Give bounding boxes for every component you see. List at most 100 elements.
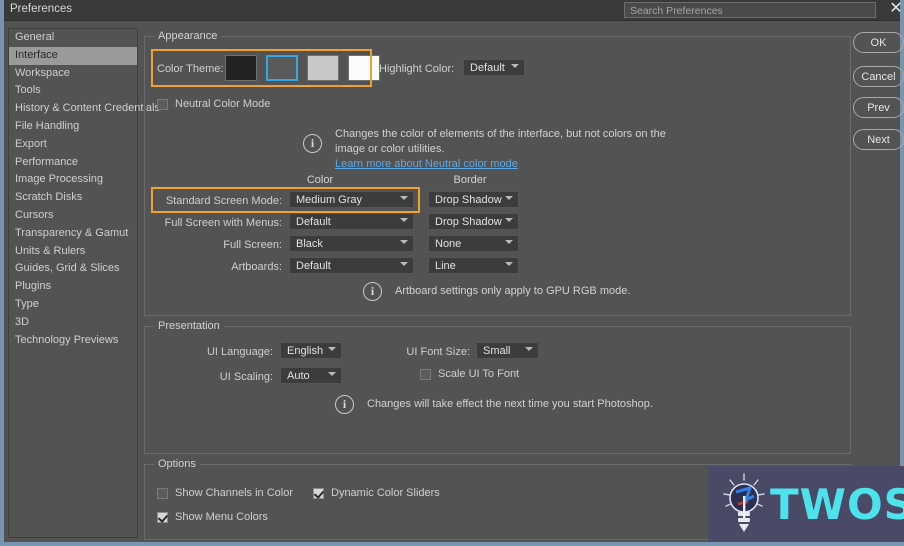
neutral-color-mode-label: Neutral Color Mode xyxy=(175,98,271,110)
chevron-down-icon xyxy=(400,240,408,248)
sidebar-item-tools[interactable]: Tools xyxy=(9,82,137,100)
highlight-color-value: Default xyxy=(470,62,505,74)
full-screen-with-menus-color-dropdown[interactable]: Default xyxy=(289,213,414,230)
artboards-color-value: Default xyxy=(296,260,331,272)
prev-button[interactable]: Prev xyxy=(853,97,904,118)
preferences-content: Appearance Color Theme: Highlight Color:… xyxy=(144,28,851,540)
scale-ui-to-font-checkbox[interactable] xyxy=(420,369,431,380)
chevron-down-icon xyxy=(328,372,336,380)
full-screen-border-value: None xyxy=(435,238,462,250)
ui-font-size-dropdown[interactable]: Small xyxy=(476,342,539,359)
color-column-header: Color xyxy=(306,174,334,186)
chevron-down-icon xyxy=(505,262,513,270)
chevron-down-icon xyxy=(511,64,519,72)
neutral-color-note-line2: image or color utilities. xyxy=(335,143,445,155)
standard-screen-mode-color-dropdown[interactable]: Medium Gray xyxy=(289,191,414,208)
info-icon: i xyxy=(303,134,322,153)
sidebar-item-workspace[interactable]: Workspace xyxy=(9,65,137,83)
search-preferences-input[interactable]: Search Preferences xyxy=(624,2,876,18)
search-placeholder: Search Preferences xyxy=(630,5,723,17)
chevron-down-icon xyxy=(328,347,336,355)
dynamic-color-sliders-label: Dynamic Color Sliders xyxy=(331,487,440,499)
ui-language-value: English xyxy=(287,345,324,357)
sidebar-item-file-handling[interactable]: File Handling xyxy=(9,118,137,136)
chevron-down-icon xyxy=(400,218,408,226)
presentation-group: Presentation UI Language: English UI Fon… xyxy=(144,320,851,454)
full-screen-with-menus-border-dropdown[interactable]: Drop Shadow xyxy=(428,213,519,230)
full-screen-color-dropdown[interactable]: Black xyxy=(289,235,414,252)
sidebar-item-units-rulers[interactable]: Units & Rulers xyxy=(9,243,137,261)
ui-scaling-label: UI Scaling: xyxy=(219,371,273,383)
appearance-group: Appearance Color Theme: Highlight Color:… xyxy=(144,30,851,316)
highlight-color-dropdown[interactable]: Default xyxy=(463,59,525,76)
full-screen-border-dropdown[interactable]: None xyxy=(428,235,519,252)
sidebar-item-general[interactable]: General xyxy=(9,29,137,47)
row-label-full-screen-with-menus: Full Screen with Menus: xyxy=(164,217,282,229)
sidebar-item-interface[interactable]: Interface xyxy=(9,46,137,65)
color-theme-label: Color Theme: xyxy=(157,63,224,75)
show-channels-in-color-label: Show Channels in Color xyxy=(175,487,294,499)
info-icon: i xyxy=(363,282,382,301)
next-button[interactable]: Next xyxy=(853,129,904,150)
artboards-border-value: Line xyxy=(435,260,456,272)
ui-scaling-dropdown[interactable]: Auto xyxy=(280,367,342,384)
color-theme-swatch-dark[interactable] xyxy=(266,55,298,81)
options-legend: Options xyxy=(154,458,200,470)
info-icon: i xyxy=(335,395,354,414)
sidebar-item-image-processing[interactable]: Image Processing xyxy=(9,171,137,189)
restart-note: Changes will take effect the next time y… xyxy=(367,398,653,410)
standard-screen-mode-border-dropdown[interactable]: Drop Shadow xyxy=(428,191,519,208)
artboard-note: Artboard settings only apply to GPU RGB … xyxy=(395,285,631,297)
neutral-color-mode-checkbox[interactable] xyxy=(157,99,168,110)
chevron-down-icon xyxy=(505,240,513,248)
ok-button[interactable]: OK xyxy=(853,32,904,53)
color-theme-swatch-lightest[interactable] xyxy=(348,55,380,81)
chevron-down-icon xyxy=(505,218,513,226)
sidebar-item-performance[interactable]: Performance xyxy=(9,154,137,172)
row-label-artboards: Artboards: xyxy=(231,261,282,273)
appearance-legend: Appearance xyxy=(154,30,222,42)
title-bar: Preferences Search Preferences ✕ xyxy=(4,0,903,21)
standard-screen-mode-color-value: Medium Gray xyxy=(296,194,363,206)
sidebar-item-technology-previews[interactable]: Technology Previews xyxy=(9,332,137,350)
ui-language-dropdown[interactable]: English xyxy=(280,342,342,359)
preferences-dialog: Preferences Search Preferences ✕ General… xyxy=(0,0,904,546)
chevron-down-icon xyxy=(525,347,533,355)
sidebar-item-guides-grid-slices[interactable]: Guides, Grid & Slices xyxy=(9,260,137,278)
watermark: TWOS xyxy=(708,466,904,542)
sidebar-item-export[interactable]: Export xyxy=(9,136,137,154)
full-screen-with-menus-border-value: Drop Shadow xyxy=(435,216,502,228)
ui-font-size-label: UI Font Size: xyxy=(406,346,470,358)
artboards-color-dropdown[interactable]: Default xyxy=(289,257,414,274)
category-sidebar[interactable]: General Interface Workspace Tools History & … xyxy=(8,28,160,538)
standard-screen-mode-border-value: Drop Shadow xyxy=(435,194,502,206)
show-menu-colors-checkbox[interactable] xyxy=(157,512,168,523)
window-title: Preferences xyxy=(10,3,73,15)
chevron-down-icon xyxy=(400,196,408,204)
sidebar-item-cursors[interactable]: Cursors xyxy=(9,207,137,225)
chevron-down-icon xyxy=(505,196,513,204)
artboards-border-dropdown[interactable]: Line xyxy=(428,257,519,274)
sidebar-item-transparency-gamut[interactable]: Transparency & Gamut xyxy=(9,225,137,243)
sidebar-item-scratch-disks[interactable]: Scratch Disks xyxy=(9,189,137,207)
neutral-color-note-line1: Changes the color of elements of the int… xyxy=(335,128,666,140)
chevron-down-icon xyxy=(400,262,408,270)
dynamic-color-sliders-checkbox[interactable] xyxy=(313,488,324,499)
ui-language-label: UI Language: xyxy=(206,346,273,358)
full-screen-with-menus-color-value: Default xyxy=(296,216,331,228)
sidebar-item-plugins[interactable]: Plugins xyxy=(9,278,137,296)
sidebar-item-history-content-credentials[interactable]: History & Content Credentials xyxy=(9,100,160,118)
highlight-color-label: Highlight Color: xyxy=(379,63,455,75)
show-channels-in-color-checkbox[interactable] xyxy=(157,488,168,499)
scale-ui-to-font-label: Scale UI To Font xyxy=(438,368,520,380)
full-screen-color-value: Black xyxy=(296,238,323,250)
sidebar-item-3d[interactable]: 3D xyxy=(9,314,137,332)
show-menu-colors-label: Show Menu Colors xyxy=(175,511,268,523)
learn-more-link[interactable]: Learn more about Neutral color mode xyxy=(335,158,518,170)
close-icon[interactable]: ✕ xyxy=(888,1,904,19)
sidebar-item-type[interactable]: Type xyxy=(9,296,137,314)
color-theme-swatch-darkest[interactable] xyxy=(225,55,257,81)
cancel-button[interactable]: Cancel xyxy=(853,66,904,87)
color-theme-swatch-light[interactable] xyxy=(307,55,339,81)
watermark-text: TWOS xyxy=(770,480,904,529)
